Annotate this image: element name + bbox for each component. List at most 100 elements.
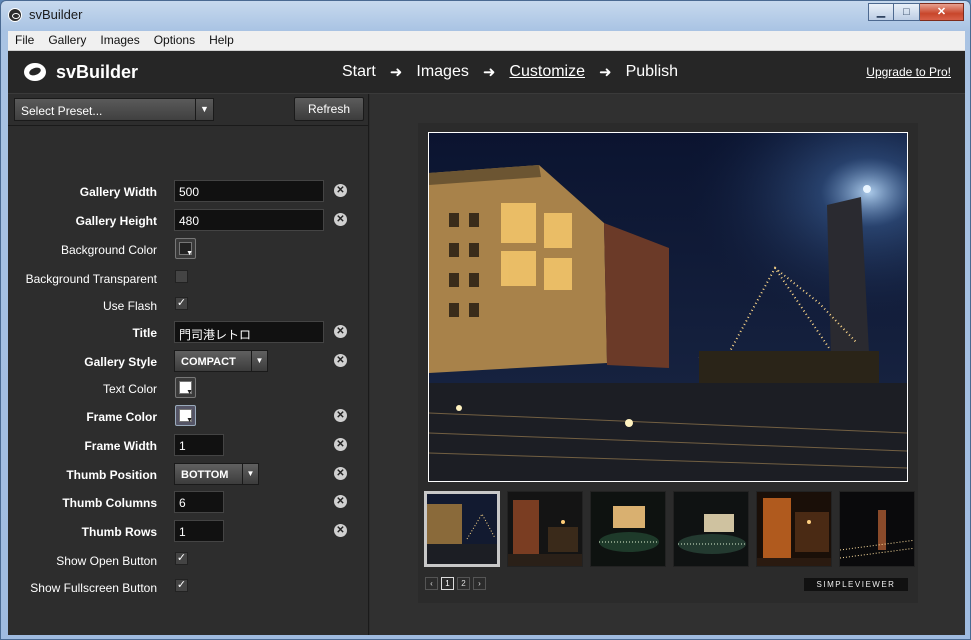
setting-thumb-rows: Thumb Rows 1 ✕ <box>8 520 369 544</box>
clear-icon[interactable]: ✕ <box>334 524 347 537</box>
divider <box>8 125 369 126</box>
simpleviewer-badge[interactable]: SIMPLEVIEWER <box>804 578 908 591</box>
menu-options[interactable]: Options <box>147 31 202 50</box>
background-transparent-checkbox[interactable] <box>175 270 188 283</box>
setting-use-flash: Use Flash ✓ <box>8 294 369 318</box>
clear-icon[interactable]: ✕ <box>334 213 347 226</box>
frame-width-input[interactable]: 1 <box>174 434 224 456</box>
thumbnail[interactable] <box>756 491 832 567</box>
thumbnail-image <box>757 492 831 566</box>
thumb-rows-label: Thumb Rows <box>81 525 157 539</box>
page-2-button[interactable]: 2 <box>457 577 470 590</box>
step-publish[interactable]: Publish <box>626 63 678 81</box>
background-color-picker[interactable]: ▼ <box>175 238 196 259</box>
thumbnail-image <box>591 492 665 566</box>
use-flash-checkbox[interactable]: ✓ <box>175 297 188 310</box>
show-fullscreen-button-label: Show Fullscreen Button <box>30 581 157 595</box>
thumb-rows-input[interactable]: 1 <box>174 520 224 542</box>
page-1-button[interactable]: 1 <box>441 577 454 590</box>
thumbnail[interactable] <box>839 491 915 567</box>
maximize-button[interactable]: □ <box>894 3 920 21</box>
gallery-style-select[interactable]: COMPACT ▼ <box>174 350 268 372</box>
chevron-down-icon: ▼ <box>186 389 193 396</box>
logo-text: svBuilder <box>56 61 139 82</box>
menu-help[interactable]: Help <box>202 31 241 50</box>
window-controls: ▁ □ ✕ <box>868 3 964 21</box>
frame-color-picker[interactable]: ▼ <box>175 405 196 426</box>
clear-icon[interactable]: ✕ <box>334 354 347 367</box>
step-customize[interactable]: Customize <box>509 63 585 81</box>
app-header: svBuilder Start ➜ Images ➜ Customize ➜ P… <box>8 51 965 94</box>
thumbnail-strip <box>424 491 916 569</box>
step-start[interactable]: Start <box>342 63 376 81</box>
text-color-label: Text Color <box>102 382 157 396</box>
chevron-down-icon: ▼ <box>195 99 213 120</box>
preset-select[interactable]: Select Preset... ▼ <box>14 98 214 121</box>
clear-icon[interactable]: ✕ <box>334 467 347 480</box>
gallery-width-label: Gallery Width <box>79 185 157 199</box>
thumb-position-value: BOTTOM <box>181 469 229 481</box>
chevron-down-icon: ▼ <box>251 351 267 371</box>
close-button[interactable]: ✕ <box>920 3 964 21</box>
menu-bar: File Gallery Images Options Help <box>8 31 965 51</box>
clear-icon[interactable]: ✕ <box>334 325 347 338</box>
preset-select-label: Select Preset... <box>21 104 103 118</box>
thumbnail-image <box>674 492 748 566</box>
thumb-columns-input[interactable]: 6 <box>174 491 224 513</box>
clear-icon[interactable]: ✕ <box>334 184 347 197</box>
show-open-button-checkbox[interactable]: ✓ <box>175 552 188 565</box>
gallery-width-input[interactable]: 500 <box>174 180 324 202</box>
setting-background-transparent: Background Transparent <box>8 267 369 291</box>
refresh-button[interactable]: Refresh <box>294 97 364 121</box>
menu-file[interactable]: File <box>8 31 41 50</box>
thumbnail[interactable] <box>590 491 666 567</box>
pagination: ‹ 1 2 › <box>425 577 486 590</box>
chevron-down-icon: ▼ <box>186 417 193 424</box>
use-flash-label: Use Flash <box>102 299 157 313</box>
upgrade-link[interactable]: Upgrade to Pro! <box>866 65 951 79</box>
setting-background-color: Background Color ▼ <box>8 238 369 262</box>
thumb-columns-label: Thumb Columns <box>62 496 157 510</box>
setting-text-color: Text Color ▼ <box>8 377 369 401</box>
prev-page-button[interactable]: ‹ <box>425 577 438 590</box>
thumbnail-image <box>840 492 914 566</box>
client-area: File Gallery Images Options Help svBuild… <box>8 31 965 635</box>
setting-show-fullscreen-button: Show Fullscreen Button ✓ <box>8 576 369 600</box>
clear-icon[interactable]: ✕ <box>334 438 347 451</box>
main-image[interactable] <box>428 132 908 482</box>
clear-icon[interactable]: ✕ <box>334 409 347 422</box>
title-input[interactable]: 門司港レトロ <box>174 321 324 343</box>
thumbnail[interactable] <box>424 491 500 567</box>
thumbnail[interactable] <box>673 491 749 567</box>
gallery-style-value: COMPACT <box>181 356 236 368</box>
thumb-position-label: Thumb Position <box>66 468 157 482</box>
gallery-height-input[interactable]: 480 <box>174 209 324 231</box>
title-label: Title <box>132 326 157 340</box>
menu-gallery[interactable]: Gallery <box>41 31 93 50</box>
minimize-button[interactable]: ▁ <box>868 3 894 21</box>
thumbnail-image <box>508 492 582 566</box>
setting-thumb-position: Thumb Position BOTTOM ▼ ✕ <box>8 463 369 487</box>
setting-gallery-width: Gallery Width 500 ✕ <box>8 180 369 204</box>
arrow-right-icon: ➜ <box>482 64 496 81</box>
gallery-height-label: Gallery Height <box>75 214 157 228</box>
menu-images[interactable]: Images <box>93 31 146 50</box>
thumb-position-select[interactable]: BOTTOM ▼ <box>174 463 259 485</box>
setting-frame-width: Frame Width 1 ✕ <box>8 434 369 458</box>
background-transparent-label: Background Transparent <box>25 272 157 286</box>
thumbnail[interactable] <box>507 491 583 567</box>
gallery-style-label: Gallery Style <box>84 355 157 369</box>
title-bar[interactable]: svBuilder ▁ □ ✕ <box>1 1 970 31</box>
setting-show-open-button: Show Open Button ✓ <box>8 549 369 573</box>
frame-color-label: Frame Color <box>86 410 157 424</box>
preview-panel: ‹ 1 2 › SIMPLEVIEWER <box>370 94 965 635</box>
next-page-button[interactable]: › <box>473 577 486 590</box>
step-images[interactable]: Images <box>416 63 468 81</box>
app-window: svBuilder ▁ □ ✕ File Gallery Images Opti… <box>0 0 971 640</box>
night-harbor-photo <box>429 133 907 481</box>
text-color-picker[interactable]: ▼ <box>175 377 196 398</box>
settings-panel: Select Preset... ▼ Refresh Gallery Width… <box>8 94 369 635</box>
show-fullscreen-button-checkbox[interactable]: ✓ <box>175 579 188 592</box>
setting-gallery-style: Gallery Style COMPACT ▼ ✕ <box>8 350 369 374</box>
clear-icon[interactable]: ✕ <box>334 495 347 508</box>
